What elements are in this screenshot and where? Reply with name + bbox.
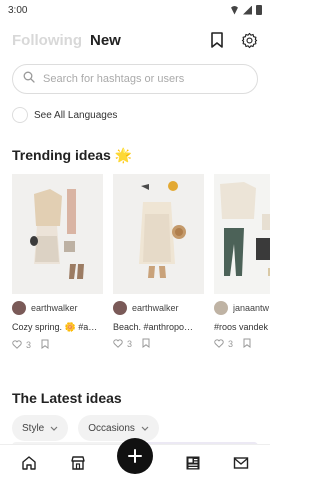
- save-icon[interactable]: [41, 339, 49, 351]
- chip-label: Occasions: [88, 422, 135, 434]
- signal-icon: [243, 5, 252, 15]
- trending-card[interactable]: earthwalker Cozy spring. 🌼 #a… 3: [12, 174, 103, 351]
- avatar[interactable]: [214, 301, 228, 315]
- battery-icon: [256, 5, 262, 15]
- avatar[interactable]: [12, 301, 26, 315]
- nav-feed-icon[interactable]: [184, 454, 202, 472]
- save-icon[interactable]: [142, 338, 150, 350]
- outfit-image[interactable]: [113, 174, 204, 294]
- nav-home-icon[interactable]: [20, 454, 38, 472]
- status-time: 3:00: [8, 4, 28, 16]
- feed-tabs: Following New: [12, 32, 208, 49]
- bookmark-icon[interactable]: [208, 31, 226, 49]
- trending-section-title: Trending ideas 🌟: [0, 144, 270, 166]
- chevron-down-icon: [50, 423, 58, 434]
- like-count: 3: [228, 339, 234, 349]
- trending-card[interactable]: earthwalker Beach. #anthropo… 3: [113, 174, 204, 351]
- username[interactable]: earthwalker: [132, 303, 179, 313]
- status-bar: 3:00: [0, 0, 270, 20]
- settings-gear-icon[interactable]: [240, 31, 258, 49]
- tab-following[interactable]: Following: [12, 32, 82, 49]
- chip-label: Style: [22, 422, 45, 434]
- chip-occasions[interactable]: Occasions: [78, 415, 159, 441]
- like-count: 3: [26, 340, 32, 350]
- card-caption[interactable]: #roos vandek: [214, 322, 270, 332]
- see-all-languages-label: See All Languages: [34, 109, 118, 121]
- outfit-image[interactable]: [214, 174, 270, 294]
- trending-carousel[interactable]: earthwalker Cozy spring. 🌼 #a… 3 earthwa…: [0, 174, 270, 351]
- username[interactable]: earthwalker: [31, 303, 78, 313]
- search-bar[interactable]: [12, 64, 258, 94]
- wifi-icon: [230, 5, 239, 15]
- header: Following New: [0, 20, 270, 60]
- tab-new[interactable]: New: [90, 32, 121, 49]
- like-count: 3: [127, 339, 133, 349]
- card-caption[interactable]: Cozy spring. 🌼 #a…: [12, 322, 103, 333]
- language-filter-row[interactable]: See All Languages: [0, 106, 270, 124]
- bottom-navigation: [0, 437, 270, 480]
- latest-section-title: The Latest ideas: [0, 387, 270, 409]
- username[interactable]: janaantw: [233, 303, 269, 313]
- nav-shop-icon[interactable]: [69, 454, 87, 472]
- star-icon: 🌟: [114, 146, 133, 163]
- heart-icon[interactable]: [113, 338, 123, 350]
- latest-title-text: The Latest ideas: [12, 390, 122, 406]
- status-icons: [230, 5, 262, 15]
- trending-title-text: Trending ideas: [12, 147, 111, 163]
- avatar[interactable]: [113, 301, 127, 315]
- nav-messages-icon[interactable]: [232, 454, 250, 472]
- heart-icon[interactable]: [214, 338, 224, 350]
- create-post-button[interactable]: [117, 437, 153, 474]
- search-icon: [23, 70, 35, 88]
- chip-style[interactable]: Style: [12, 415, 69, 441]
- outfit-image[interactable]: [12, 174, 103, 294]
- search-input[interactable]: [43, 73, 247, 85]
- trending-card[interactable]: janaantw #roos vandek 3: [214, 174, 270, 351]
- card-caption[interactable]: Beach. #anthropo…: [113, 322, 204, 332]
- heart-icon[interactable]: [12, 339, 22, 351]
- chevron-down-icon: [141, 423, 149, 434]
- save-icon[interactable]: [243, 338, 251, 350]
- see-all-languages-radio[interactable]: [12, 107, 28, 123]
